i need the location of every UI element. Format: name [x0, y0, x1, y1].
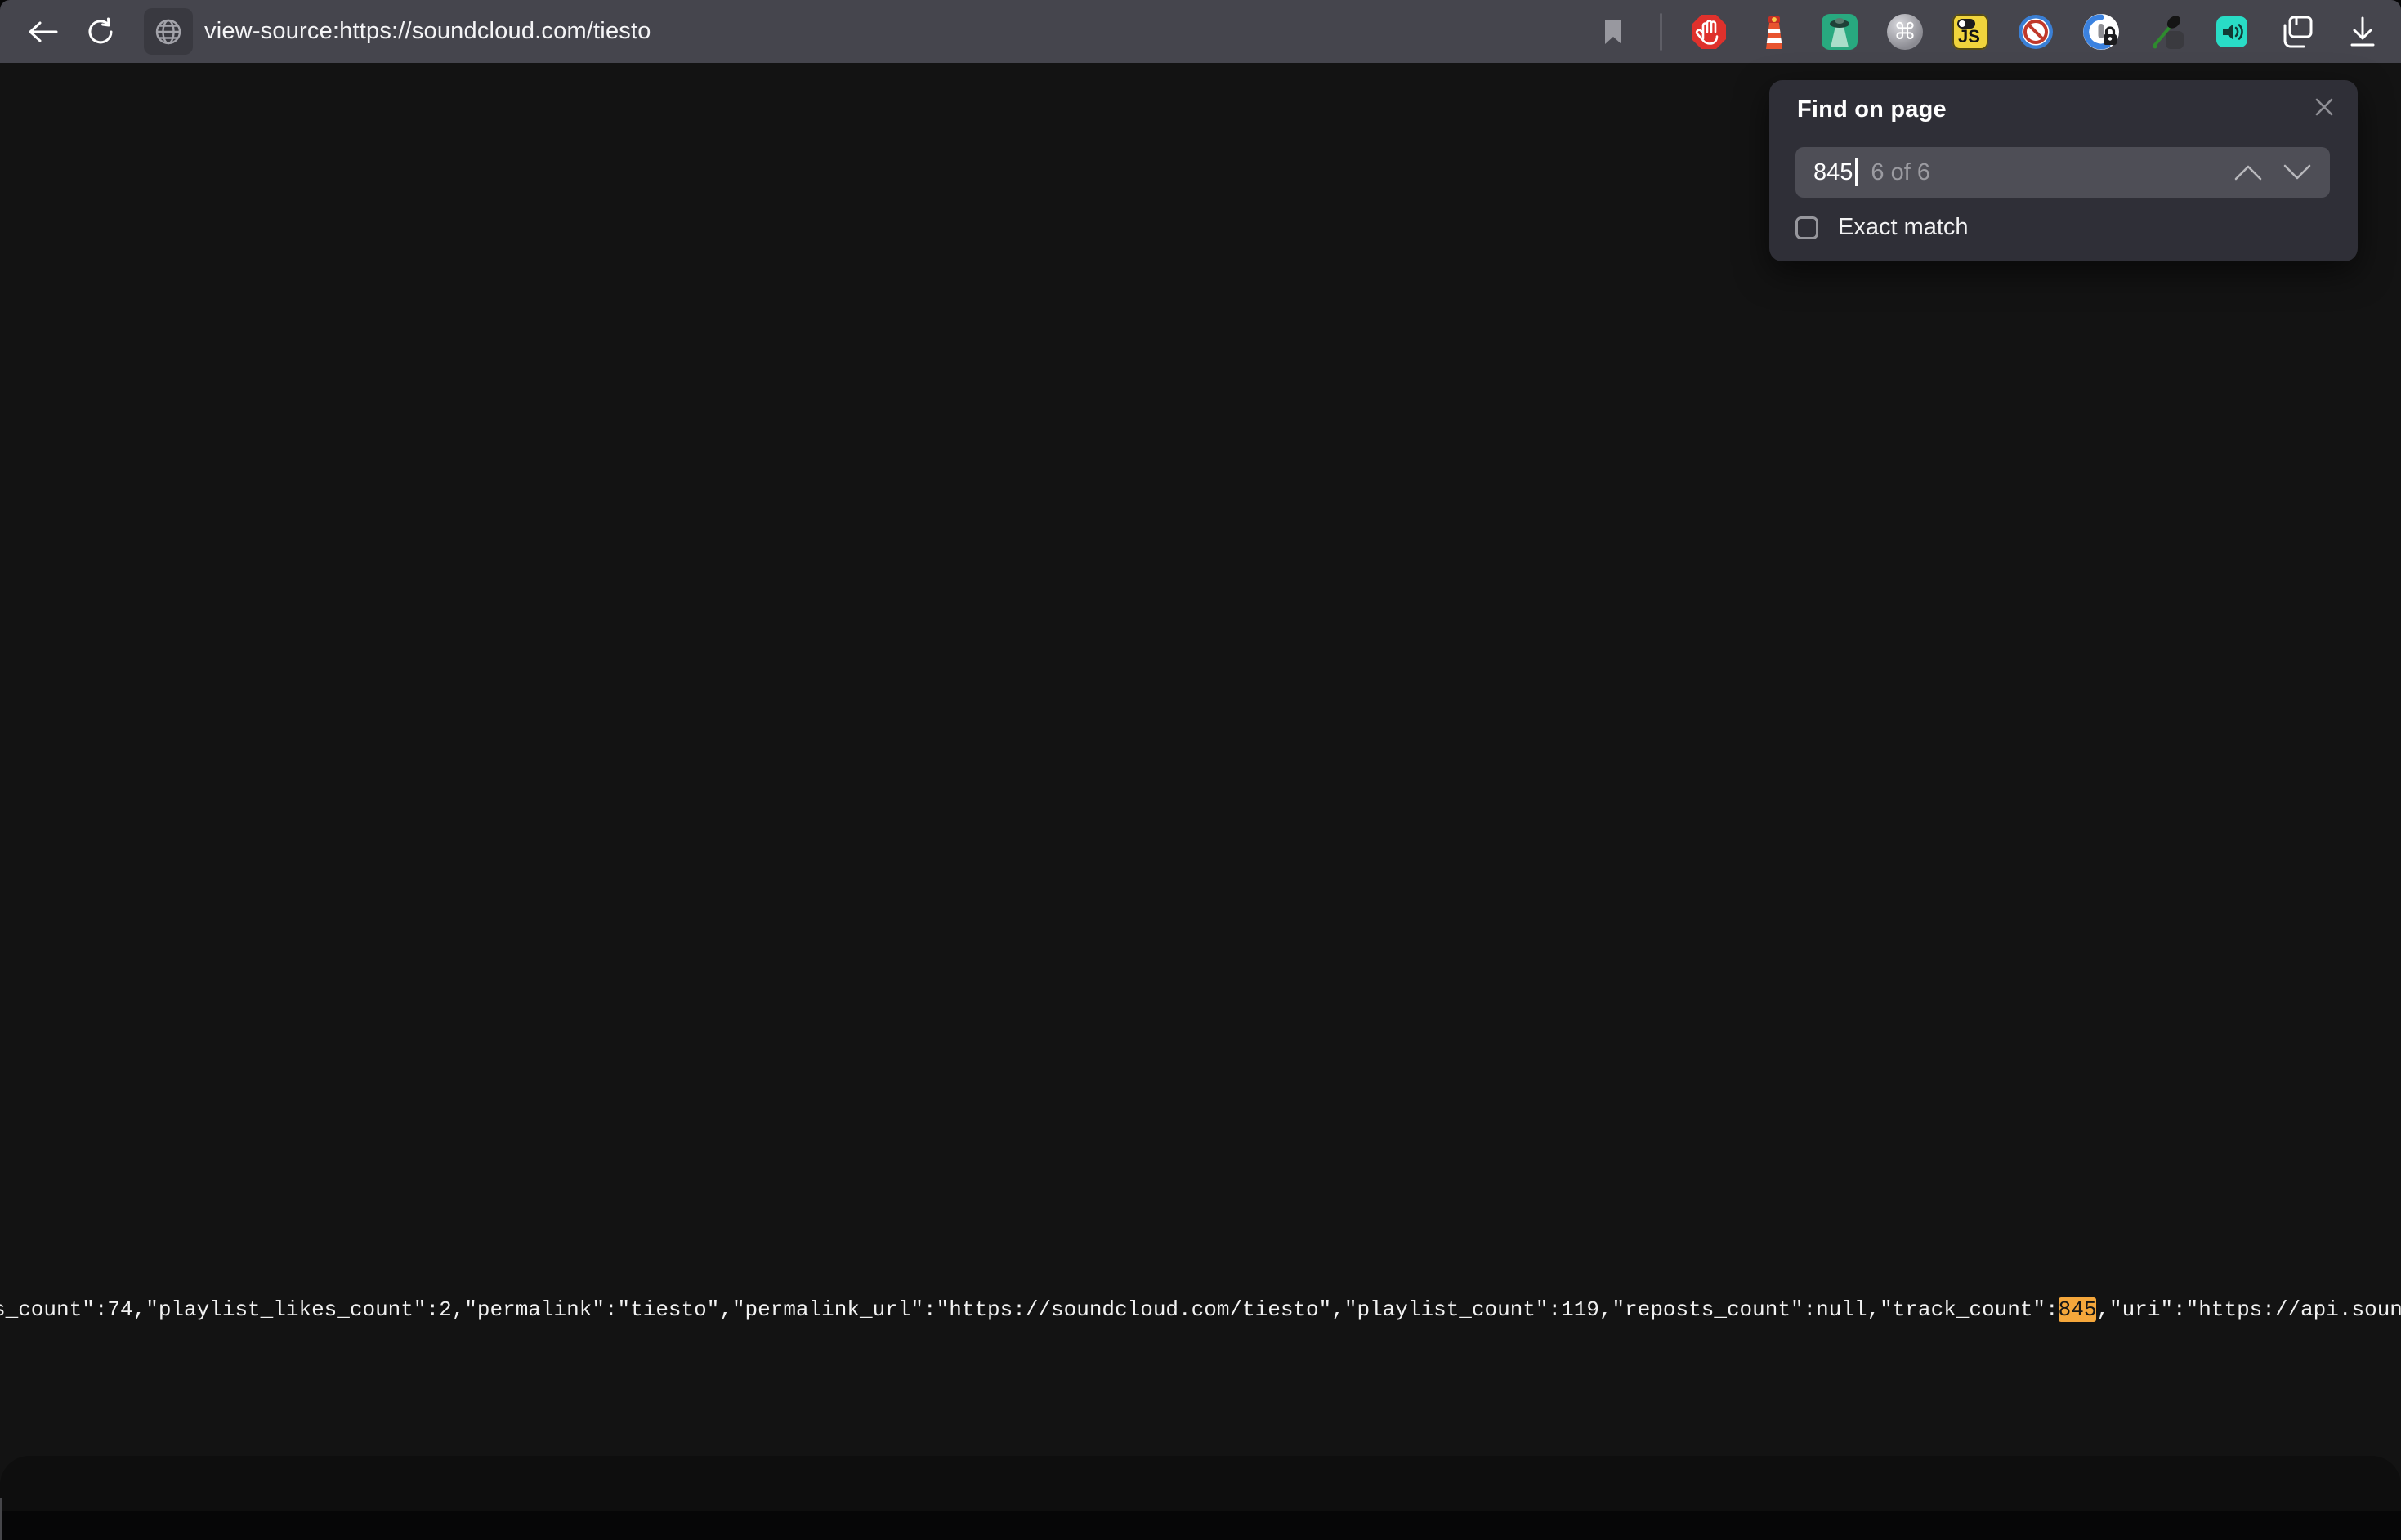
bookmark-button[interactable] — [1594, 13, 1632, 51]
find-search-input[interactable]: 845 6 of 6 — [1795, 147, 2330, 198]
lighthouse-icon — [1758, 13, 1791, 51]
js-toggle-icon: JS — [1952, 14, 1988, 50]
tab-stack-icon — [2278, 13, 2316, 51]
browser-toolbar: view-source:https://soundcloud.com/tiest… — [0, 0, 2401, 63]
left-edge-line — [0, 1498, 2, 1540]
extension-tab-stack[interactable] — [2278, 13, 2316, 51]
ufo-extension-icon — [1821, 13, 1858, 51]
find-previous-button[interactable] — [2233, 163, 2263, 181]
extension-no-entry[interactable] — [2017, 13, 2054, 51]
find-panel-title: Find on page — [1797, 96, 2330, 123]
extension-audio[interactable] — [2213, 13, 2251, 51]
find-next-button[interactable] — [2283, 163, 2312, 181]
find-match-highlight: 845 — [2059, 1297, 2097, 1322]
source-text-post: ,"uri":"https://api.soun — [2096, 1297, 2401, 1322]
extension-ufo[interactable] — [1821, 13, 1858, 51]
extension-js-toggle[interactable]: JS — [1952, 13, 1989, 51]
vinegar-spoon-icon — [2148, 13, 2185, 51]
onepassword-icon — [2082, 13, 2120, 51]
chevron-up-icon — [2233, 163, 2263, 181]
find-close-button[interactable] — [2310, 93, 2338, 121]
site-globe-icon — [154, 17, 183, 47]
find-on-page-panel: Find on page 845 6 of 6 — [1769, 80, 2358, 261]
find-search-value: 845 — [1813, 159, 1853, 186]
extension-vinegar[interactable] — [2148, 13, 2185, 51]
reload-button[interactable] — [82, 13, 119, 51]
download-button[interactable] — [2344, 13, 2381, 51]
site-favicon-chip[interactable] — [144, 8, 193, 55]
audio-speaker-icon — [2215, 13, 2249, 51]
js-label: JS — [1958, 26, 1980, 47]
exact-match-row: Exact match — [1795, 214, 1969, 241]
bookmark-icon — [1603, 18, 1624, 46]
content-blocker-hand-icon — [1690, 13, 1728, 51]
extension-onepassword[interactable] — [2082, 13, 2120, 51]
source-text-pre: s_count":74,"playlist_likes_count":2,"pe… — [0, 1297, 2059, 1322]
bottom-band — [0, 1456, 2401, 1511]
view-source-line: s_count":74,"playlist_likes_count":2,"pe… — [0, 1296, 2401, 1324]
back-arrow-icon — [27, 19, 60, 45]
text-caret — [1855, 158, 1858, 186]
toolbar-divider — [1660, 13, 1662, 51]
chevron-down-icon — [2283, 163, 2312, 181]
download-icon — [2346, 15, 2379, 49]
command-icon: ⌘ — [1887, 14, 1923, 50]
extension-command[interactable]: ⌘ — [1886, 13, 1924, 51]
toolbar-right-group: ⌘ JS — [1594, 13, 2381, 51]
extension-lighthouse[interactable] — [1755, 13, 1793, 51]
reload-icon — [86, 17, 115, 47]
no-entry-icon — [2017, 13, 2054, 51]
match-counter: 6 of 6 — [1871, 159, 1930, 186]
browser-window: view-source:https://soundcloud.com/tiest… — [0, 0, 2401, 1511]
exact-match-checkbox[interactable] — [1795, 216, 1818, 239]
close-icon — [2314, 96, 2335, 118]
address-bar-url[interactable]: view-source:https://soundcloud.com/tiest… — [204, 18, 651, 45]
back-button[interactable] — [25, 13, 62, 51]
exact-match-label[interactable]: Exact match — [1838, 214, 1969, 241]
extension-content-blocker[interactable] — [1690, 13, 1728, 51]
page-content: s_count":74,"playlist_likes_count":2,"pe… — [0, 63, 2401, 1511]
